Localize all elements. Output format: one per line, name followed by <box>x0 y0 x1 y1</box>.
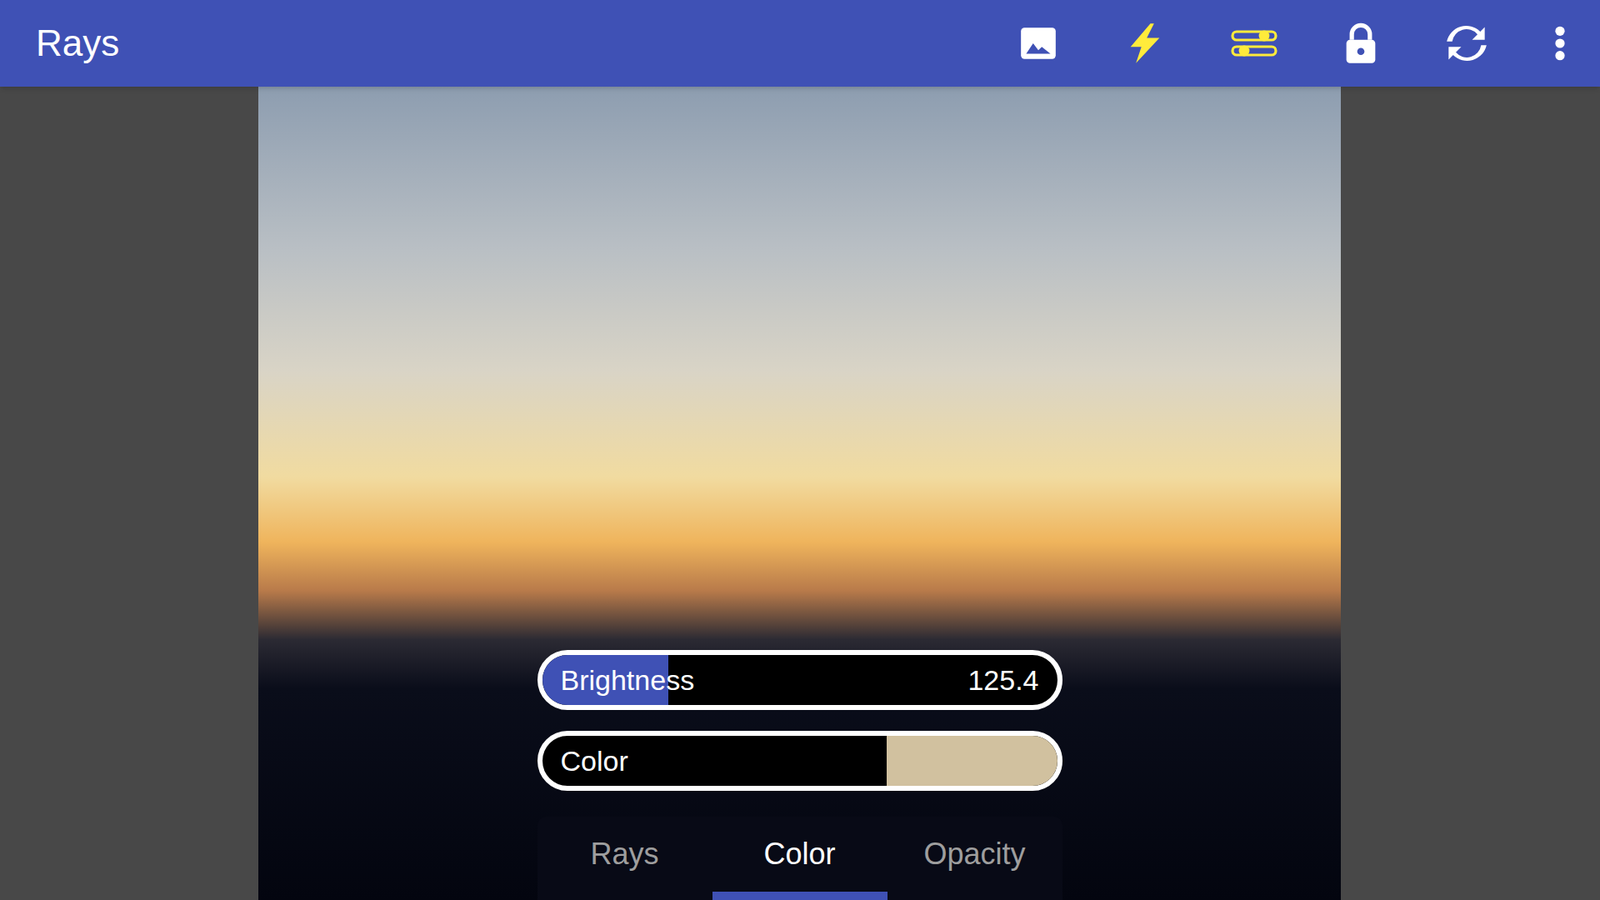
tab[interactable]: Opacity <box>887 816 1063 900</box>
more-icon[interactable] <box>1553 25 1567 62</box>
tab-label: Opacity <box>887 816 1063 892</box>
app-title: Rays <box>0 15 1018 71</box>
photo: Brightness125.4ColorRaysColorOpacity <box>258 86 1341 900</box>
tab-label: Color <box>712 816 888 892</box>
lock-icon[interactable] <box>1341 21 1380 65</box>
brightness-label: Brightness <box>560 659 695 702</box>
sliders-icon[interactable] <box>1230 26 1278 60</box>
color-picker[interactable]: Color <box>537 730 1063 791</box>
brightness-slider[interactable]: Brightness 125.4 <box>537 650 1063 710</box>
brightness-value: 125.4 <box>967 659 1039 702</box>
tab[interactable]: Rays <box>537 816 713 900</box>
lightning-icon[interactable] <box>1123 21 1167 65</box>
app-bar: Rays <box>0 0 1600 87</box>
image-icon[interactable] <box>1017 22 1060 65</box>
refresh-icon[interactable] <box>1444 21 1490 65</box>
tab-label: Rays <box>537 816 713 892</box>
tab-bar: RaysColorOpacity <box>537 816 1063 900</box>
color-swatch[interactable] <box>886 735 1058 786</box>
tab[interactable]: Color <box>712 816 888 900</box>
color-label: Color <box>560 740 629 783</box>
